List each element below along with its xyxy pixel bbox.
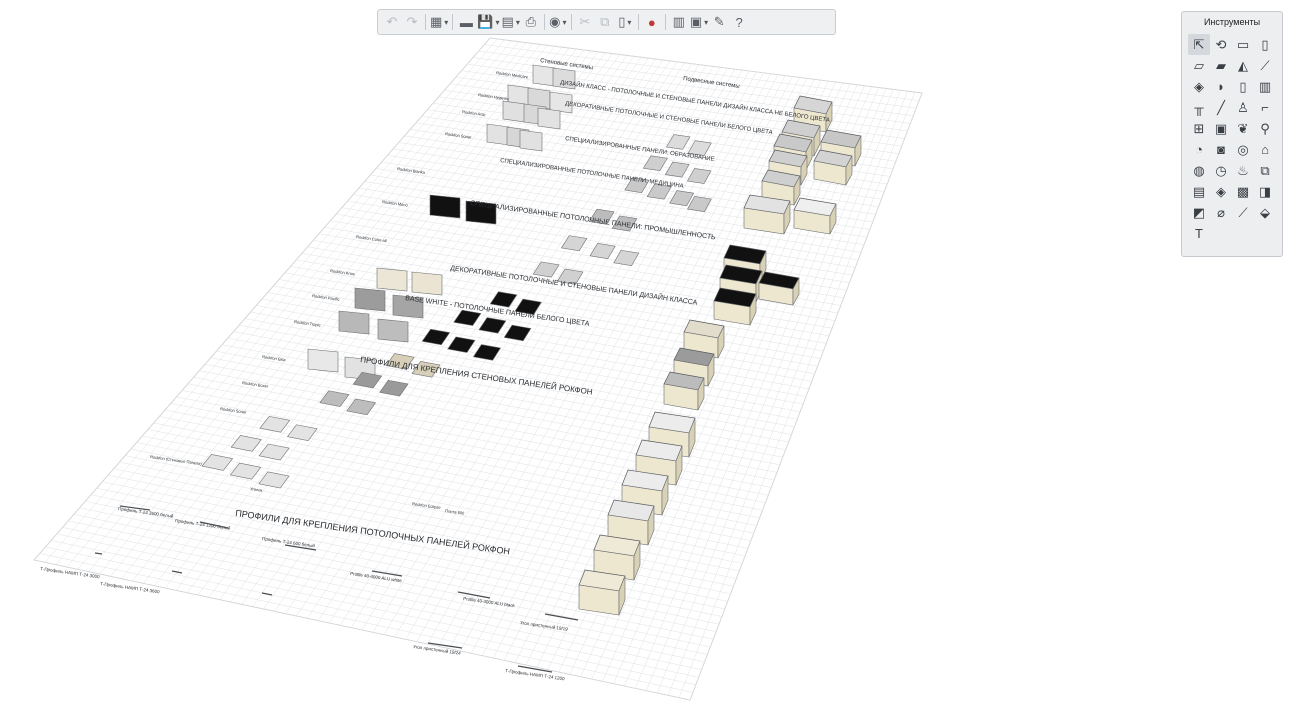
pipe-icon[interactable]: ◎	[1232, 139, 1254, 160]
tap-icon[interactable]: ⌐	[1254, 97, 1276, 118]
render-icon[interactable]: ◉	[549, 12, 567, 32]
wall-panel-swatch	[502, 100, 526, 123]
design-wall-panel-swatch	[354, 287, 386, 312]
measure-icon[interactable]: ⟋	[1232, 202, 1254, 223]
radiator-icon[interactable]: ⌂	[1254, 139, 1276, 160]
fireplace-icon[interactable]: ◍	[1188, 160, 1210, 181]
door-frame-icon[interactable]: ◨	[1254, 181, 1276, 202]
design-wall-panel-swatch	[411, 271, 443, 296]
toolbar-separator	[570, 14, 572, 30]
wall-panel-swatch	[537, 107, 561, 130]
bucket-icon[interactable]: ⬙	[1254, 202, 1276, 223]
undo-icon[interactable]: ↶	[383, 12, 401, 32]
line-icon[interactable]: ╱	[1210, 97, 1232, 118]
slab-icon[interactable]: ▰	[1210, 55, 1232, 76]
plant-icon[interactable]: ❦	[1232, 118, 1254, 139]
rectangle-icon[interactable]: ▭	[1232, 34, 1254, 55]
ceiling-system-box	[663, 371, 705, 411]
roof-icon[interactable]: ◭	[1232, 55, 1254, 76]
views-icon[interactable]: ▣	[690, 12, 708, 32]
window-icon[interactable]: ◈	[1188, 76, 1210, 97]
beam-icon[interactable]: ⟋	[1254, 55, 1276, 76]
ceiling-system-box	[813, 149, 853, 186]
ceiling-system-box	[743, 194, 791, 235]
settings-wrench-icon[interactable]: ✎	[710, 12, 728, 32]
toolbar-separator	[452, 14, 454, 30]
shelf-icon[interactable]: ▥	[1254, 76, 1276, 97]
tools-palette: Инструменты ⇱ ⟲ ▭ ▯ ▱ ▰ ◭ ⟋ ◈ ◗ ▯ ▥ ╥ ╱ ♙ ⌐ ⊞ ▣ ❦ ⚲ ◔ ◙ ◎ ⌂ ◍ ◷ ♨ ⧉…	[1181, 11, 1283, 257]
paste-icon[interactable]: ▯	[616, 12, 634, 32]
design-wall-panel-swatch	[376, 267, 408, 292]
stairs-icon[interactable]: ⊞	[1188, 118, 1210, 139]
toolbar-separator	[637, 14, 639, 30]
orbit-icon[interactable]: ⟲	[1210, 34, 1232, 55]
chair-icon[interactable]: ♙	[1232, 97, 1254, 118]
lamp-icon[interactable]: ⚲	[1254, 118, 1276, 139]
wall-panel-swatch	[532, 64, 556, 87]
ceiling-system-box	[713, 287, 757, 326]
door-icon[interactable]: ◗	[1210, 76, 1232, 97]
save-icon[interactable]: 💾	[477, 12, 499, 32]
design-wall-panel-swatch	[377, 318, 409, 343]
wall-panel-swatch	[486, 123, 510, 146]
export-icon[interactable]: ▤	[502, 12, 520, 32]
plugin-icon[interactable]: ●	[643, 12, 661, 32]
box-icon[interactable]: ⧉	[1254, 160, 1276, 181]
print-icon[interactable]: ⎙	[522, 12, 540, 32]
tools-palette-title: Инструменты	[1203, 17, 1261, 27]
black-wall-panel-swatch	[429, 194, 461, 219]
tools-grid: ⇱ ⟲ ▭ ▯ ▱ ▰ ◭ ⟋ ◈ ◗ ▯ ▥ ╥ ╱ ♙ ⌐ ⊞ ▣ ❦ ⚲ ◔ ◙ ◎ ⌂ ◍ ◷ ♨ ⧉ ▤ ◈ ▩ ◨ ◩ ⌀ ⟋ ⬙ T	[1188, 34, 1278, 244]
camera-icon[interactable]: ◔	[1188, 139, 1210, 160]
copy-icon[interactable]: ⧉	[596, 12, 614, 32]
sofa-icon[interactable]: ◈	[1210, 181, 1232, 202]
toolbar-separator	[664, 14, 666, 30]
select-arrow-icon[interactable]: ⇱	[1188, 34, 1210, 55]
kitchen-icon[interactable]: ▤	[1188, 181, 1210, 202]
3d-view-canvas[interactable]: Стеновые системыПодвесные системыДИЗАЙН …	[0, 0, 1290, 702]
toolbar-separator	[543, 14, 545, 30]
dimension-icon[interactable]: ⌀	[1210, 202, 1232, 223]
washer-icon[interactable]: ◙	[1210, 139, 1232, 160]
open-folder-icon[interactable]: ▬	[457, 12, 475, 32]
image-icon[interactable]: ◩	[1188, 202, 1210, 223]
design-wall-panel-swatch	[338, 310, 370, 335]
ceiling-system-box	[793, 197, 837, 235]
curtain-icon[interactable]: ♨	[1232, 160, 1254, 181]
3d-view-icon[interactable]: ▦	[430, 12, 448, 32]
layers-icon[interactable]: ▥	[670, 12, 688, 32]
redo-icon[interactable]: ↷	[403, 12, 421, 32]
cut-icon[interactable]: ✂	[576, 12, 594, 32]
column-icon[interactable]: ▯	[1254, 34, 1276, 55]
wall-icon[interactable]: ▱	[1188, 55, 1210, 76]
help-icon[interactable]: ?	[730, 12, 748, 32]
wardrobe-icon[interactable]: ▩	[1232, 181, 1254, 202]
toolbar-separator	[425, 14, 426, 30]
design-wall-panel-swatch	[307, 348, 339, 373]
clock-icon[interactable]: ◷	[1210, 160, 1232, 181]
wall-panel-swatch	[519, 129, 543, 152]
main-toolbar: ↶↷ ▦ ▬💾▤⎙ ◉ ✂⧉▯ ● ▥▣✎?	[377, 9, 836, 35]
ceiling-system-box	[758, 271, 800, 306]
table-icon[interactable]: ╥	[1188, 97, 1210, 118]
cabinet-icon[interactable]: ▯	[1232, 76, 1254, 97]
ceiling-system-box	[578, 569, 626, 616]
fridge-icon[interactable]: ▣	[1210, 118, 1232, 139]
text-tool-icon[interactable]: T	[1188, 223, 1210, 244]
